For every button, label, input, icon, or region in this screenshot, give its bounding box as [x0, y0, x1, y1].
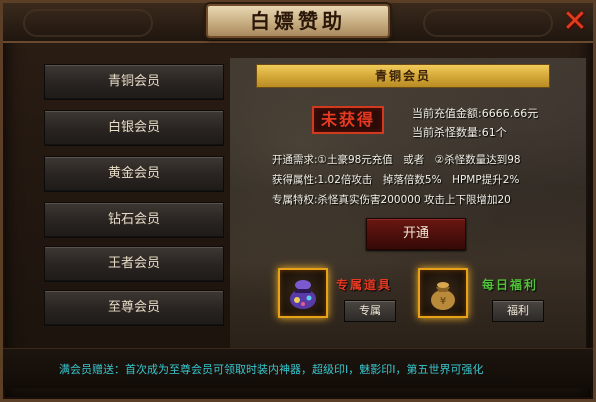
money-bag-icon: ¥	[431, 282, 455, 310]
attribute-text: 获得属性:1.02倍攻击 掉落倍数5% HPMP提升2%	[272, 174, 520, 186]
sidebar-item-gold[interactable]: 黄金会员	[44, 156, 224, 192]
exclusive-item-slot[interactable]	[278, 268, 328, 318]
daily-welfare-button[interactable]: 福利	[492, 300, 544, 322]
privilege-text: 专属特权:杀怪真实伤害200000 攻击上下限增加20	[272, 194, 511, 206]
member-tier-sidebar: 青铜会员 白银会员 黄金会员 钻石会员 王者会员 至尊会员	[40, 58, 228, 328]
daily-item-slot[interactable]: ¥	[418, 268, 468, 318]
sidebar-item-king[interactable]: 王者会员	[44, 246, 224, 282]
exclusive-item-label: 专属道具	[336, 278, 393, 292]
kill-count: 当前杀怪数量:61个	[412, 126, 507, 139]
header-ornament-left	[23, 9, 153, 37]
sidebar-item-bronze[interactable]: 青铜会员	[44, 64, 224, 100]
footer-bar: 满会员赠送：首次成为至尊会员可领取时装内神器，超级印Ⅰ，魅影印Ⅰ，第五世界可强化	[3, 348, 593, 388]
recharge-amount: 当前充值金额:6666.66元	[412, 107, 539, 120]
window-title: 白嫖赞助	[250, 9, 346, 33]
requirement-text: 开通需求:①土豪98元充值 或者 ②杀怪数量达到98	[272, 154, 521, 166]
open-membership-button[interactable]: 开通	[366, 218, 466, 250]
sidebar-item-supreme[interactable]: 至尊会员	[44, 290, 224, 326]
sidebar-item-diamond[interactable]: 钻石会员	[44, 202, 224, 238]
treasure-bag-icon	[290, 280, 316, 309]
exclusive-button[interactable]: 专属	[344, 300, 396, 322]
window-title-plate: 白嫖赞助	[206, 4, 390, 38]
svg-text:¥: ¥	[440, 296, 446, 307]
close-icon[interactable]: ✕	[560, 7, 590, 37]
status-badge: 未获得	[312, 106, 384, 134]
tier-title-bar: 青铜会员	[256, 64, 550, 88]
sidebar-item-silver[interactable]: 白银会员	[44, 110, 224, 146]
tier-title: 青铜会员	[374, 69, 431, 83]
daily-welfare-label: 每日福利	[482, 278, 539, 292]
footer-note: 满会员赠送：首次成为至尊会员可领取时装内神器，超级印Ⅰ，魅影印Ⅰ，第五世界可强化	[59, 363, 484, 376]
header-ornament-right	[423, 9, 553, 37]
